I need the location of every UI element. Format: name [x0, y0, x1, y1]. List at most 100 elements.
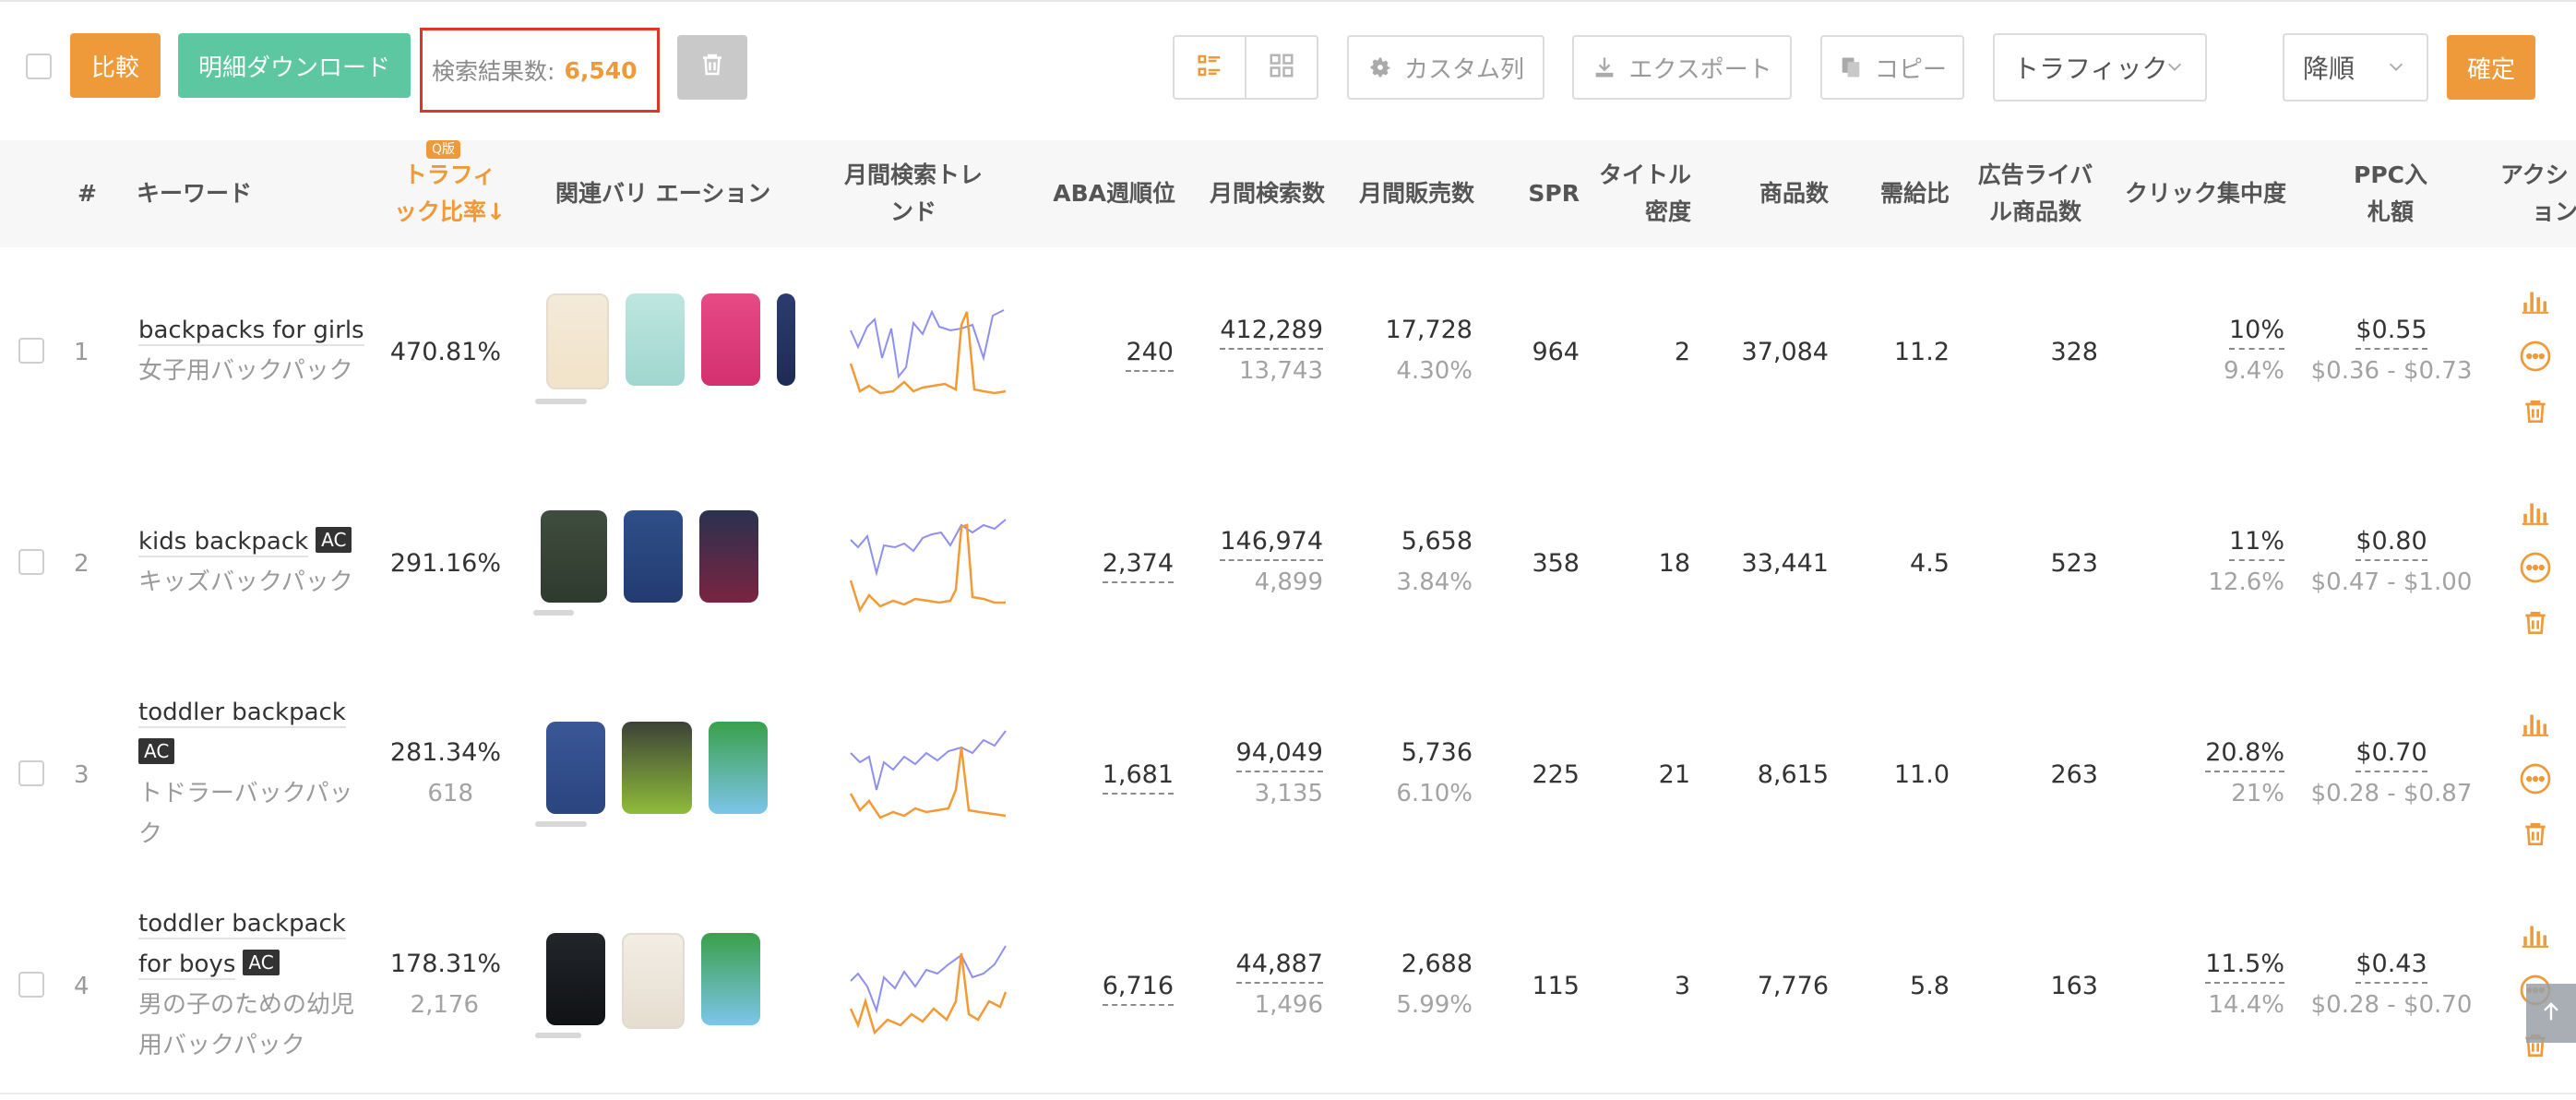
- sort-field-select[interactable]: トラフィック比: [1993, 33, 2207, 102]
- variation-thumb[interactable]: [622, 722, 692, 814]
- list-view-button[interactable]: [1175, 37, 1245, 98]
- keyword-en-line2[interactable]: for boys: [138, 951, 236, 980]
- monthly-sales-sub: 3.84%: [1396, 568, 1473, 596]
- ppc-value[interactable]: $0.43: [2355, 947, 2427, 984]
- confirm-button[interactable]: 確定: [2447, 35, 2535, 100]
- trash-icon[interactable]: [2521, 819, 2550, 853]
- bar-chart-icon[interactable]: [2520, 707, 2551, 742]
- bar-chart-icon[interactable]: [2520, 918, 2551, 953]
- click-concentration-cell: 11% 12.6%: [2159, 521, 2284, 603]
- variation-thumb[interactable]: [626, 293, 685, 386]
- header-ad-rivals[interactable]: 広告ライバ ル商品数: [1963, 157, 2107, 231]
- keyword-en[interactable]: kids backpack: [138, 528, 309, 557]
- header-title-density[interactable]: タイトル 密度: [1568, 157, 1691, 231]
- select-all-checkbox[interactable]: [26, 54, 52, 79]
- compare-button[interactable]: 比較: [70, 33, 161, 98]
- variation-images: [541, 510, 799, 612]
- variation-thumb[interactable]: [546, 293, 609, 389]
- scroll-to-top-button[interactable]: [2526, 984, 2576, 1043]
- variation-thumb[interactable]: [541, 510, 607, 603]
- aba-rank-value[interactable]: 2,374: [1033, 544, 1174, 584]
- supply-ratio-value: 5.8: [1910, 972, 1950, 1000]
- toolbar: 比較 明細ダウンロード 検索結果数: 6,540 カスタム列 エクスポート コピ…: [0, 0, 2576, 142]
- click-concentration-cell: 20.8% 21%: [2159, 733, 2284, 814]
- header-supply-ratio[interactable]: 需給比: [1864, 175, 1950, 212]
- variation-thumb[interactable]: [546, 722, 605, 814]
- sort-order-select[interactable]: 降順: [2283, 33, 2428, 102]
- ppc-value[interactable]: $0.80: [2355, 524, 2427, 561]
- header-ppc-line2: 札額: [2367, 198, 2414, 225]
- variation-thumb[interactable]: [709, 722, 768, 814]
- monthly-search-value[interactable]: 412,289: [1220, 313, 1323, 350]
- traffic-ratio-sub: 618: [427, 780, 473, 807]
- variation-scrollbar[interactable]: [535, 399, 587, 404]
- click-concentration-cell: 10% 9.4%: [2159, 310, 2284, 391]
- keyword-jp-line2: 用バックパック: [138, 1032, 305, 1059]
- variation-thumb[interactable]: [622, 933, 685, 1029]
- chevron-down-icon: [2386, 53, 2406, 83]
- monthly-sales-cell: 5,736 6.10%: [1340, 733, 1473, 814]
- row-actions: [2519, 284, 2552, 430]
- header-traffic-ratio[interactable]: トラフィ ック比率↓: [388, 157, 512, 231]
- traffic-ratio-value: 281.34%: [389, 738, 501, 767]
- row-checkbox[interactable]: [18, 972, 44, 998]
- custom-columns-button[interactable]: カスタム列: [1347, 35, 1544, 100]
- title-density-value: 21: [1658, 760, 1690, 789]
- header-monthly-sales[interactable]: 月間販売数: [1340, 175, 1474, 212]
- row-checkbox[interactable]: [18, 338, 44, 364]
- header-aba-rank[interactable]: ABA週順位: [1033, 175, 1175, 212]
- ppc-cell: $0.70 $0.28 - $0.87: [2297, 733, 2486, 814]
- monthly-search-value[interactable]: 44,887: [1235, 947, 1323, 984]
- search-trend-sparkline: [849, 945, 1008, 1035]
- result-count-label: 検索結果数:: [432, 58, 555, 85]
- aba-rank-value[interactable]: 1,681: [1033, 755, 1174, 795]
- click-concentration-value[interactable]: 10%: [2228, 313, 2284, 350]
- variation-thumb[interactable]: [624, 510, 683, 603]
- ppc-value[interactable]: $0.70: [2355, 735, 2427, 772]
- more-icon[interactable]: [2519, 340, 2552, 377]
- trash-icon[interactable]: [2521, 397, 2550, 430]
- variation-scrollbar[interactable]: [533, 610, 574, 616]
- variation-scrollbar[interactable]: [535, 821, 587, 827]
- export-button[interactable]: エクスポート: [1572, 35, 1792, 100]
- keyword-en[interactable]: backpacks for girls: [138, 317, 364, 346]
- click-concentration-cell: 11.5% 14.4%: [2159, 944, 2284, 1025]
- header-monthly-search[interactable]: 月間検索数: [1190, 175, 1325, 212]
- copy-button[interactable]: コピー: [1820, 35, 1964, 100]
- click-concentration-value[interactable]: 11.5%: [2205, 947, 2284, 984]
- spr-value: 225: [1532, 760, 1580, 789]
- keyword-cell: toddler backpack AC トドラーバックパッ ク: [138, 692, 369, 855]
- aba-rank-value[interactable]: 6,716: [1033, 966, 1174, 1007]
- row-checkbox[interactable]: [18, 760, 44, 786]
- bar-chart-icon[interactable]: [2520, 284, 2551, 319]
- keyword-en[interactable]: toddler backpack: [138, 910, 346, 939]
- download-details-button[interactable]: 明細ダウンロード: [178, 33, 411, 98]
- variation-thumb[interactable]: [701, 933, 760, 1025]
- grid-view-button[interactable]: [1245, 37, 1317, 98]
- bar-chart-icon[interactable]: [2520, 496, 2551, 531]
- row-checkbox[interactable]: [18, 549, 44, 575]
- variation-thumb[interactable]: [777, 293, 795, 386]
- ppc-value[interactable]: $0.55: [2355, 313, 2427, 350]
- variation-scrollbar[interactable]: [535, 1033, 581, 1038]
- variation-thumb[interactable]: [546, 933, 605, 1025]
- more-icon[interactable]: [2519, 762, 2552, 799]
- ad-rivals-value: 523: [2050, 549, 2098, 578]
- delete-button[interactable]: [677, 35, 747, 100]
- variation-thumb[interactable]: [701, 293, 760, 386]
- click-concentration-value[interactable]: 11%: [2228, 524, 2284, 561]
- header-ppc-bid[interactable]: PPC入 札額: [2321, 157, 2460, 231]
- trash-icon[interactable]: [2521, 608, 2550, 641]
- monthly-search-value[interactable]: 146,974: [1220, 524, 1323, 561]
- monthly-sales-sub: 4.30%: [1396, 357, 1473, 385]
- monthly-search-value[interactable]: 94,049: [1235, 735, 1323, 772]
- keyword-en[interactable]: toddler backpack: [138, 699, 346, 728]
- click-concentration-value[interactable]: 20.8%: [2205, 735, 2284, 772]
- more-icon[interactable]: [2519, 551, 2552, 588]
- header-click-concentration[interactable]: クリック集中度: [2109, 175, 2286, 212]
- monthly-sales-value: 17,728: [1385, 316, 1473, 344]
- custom-columns-label: カスタム列: [1403, 55, 1524, 84]
- variation-thumb[interactable]: [699, 510, 758, 603]
- header-products[interactable]: 商品数: [1735, 175, 1829, 212]
- aba-rank-value[interactable]: 240: [1033, 332, 1174, 373]
